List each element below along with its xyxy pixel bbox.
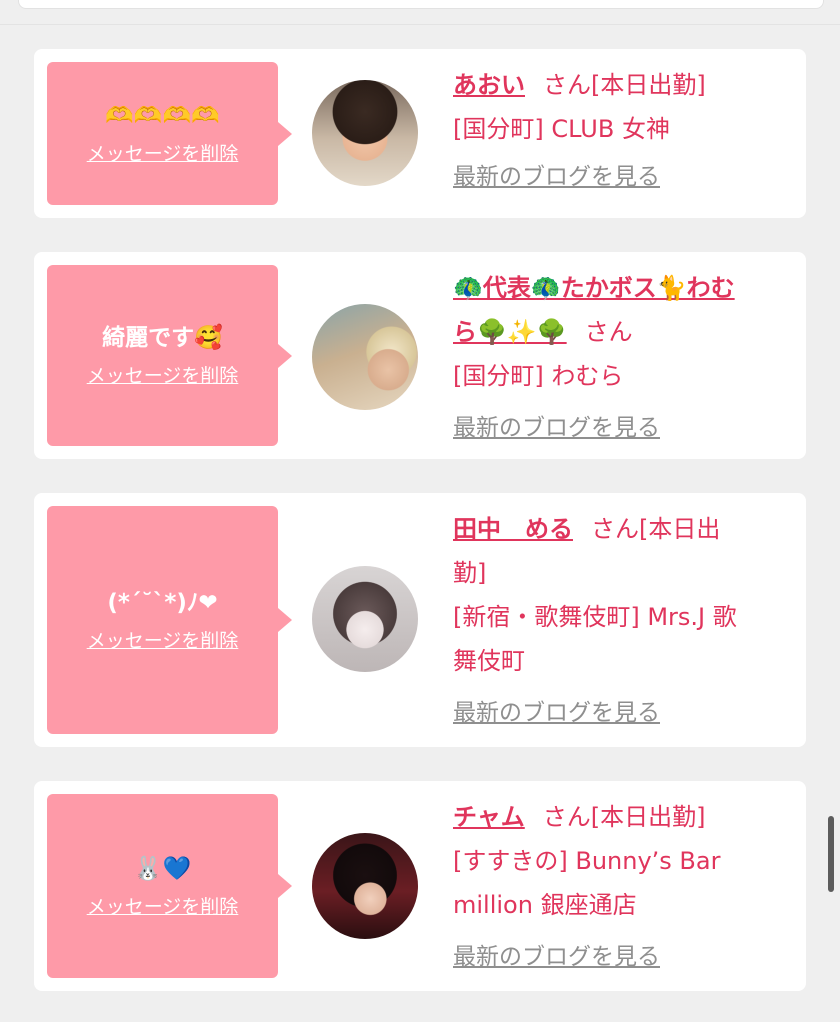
delete-message-link[interactable]: メッセージを削除 — [87, 892, 239, 919]
entry-info: あおい さん[本日出勤] [国分町] CLUB 女神 最新のブログを見る — [453, 63, 793, 199]
blog-link[interactable]: 最新のブログを見る — [453, 406, 660, 450]
entry-info: 🦚代表🦚たかボス🐈わむ ら🌳✨🌳 さん [国分町] わむら 最新のブログを見る — [453, 266, 793, 450]
user-name-link-cont[interactable]: ら🌳✨🌳 — [453, 318, 567, 346]
user-name-link[interactable]: 田中 める — [453, 515, 573, 543]
shop-name: [すすきの] Bunny’s Bar — [453, 847, 721, 875]
message-bubble: 綺麗です🥰 メッセージを削除 — [47, 265, 292, 446]
entry-info: チャム さん[本日出勤] [すすきの] Bunny’s Bar million 銀… — [453, 795, 793, 979]
shop-name: [国分町] わむら — [453, 362, 624, 390]
user-name-link[interactable]: チャム — [453, 803, 525, 831]
honorific: さん — [584, 318, 633, 346]
work-status-cont: 勤] — [453, 559, 487, 587]
work-status: [本日出勤] — [591, 71, 706, 99]
honorific: さん — [542, 803, 591, 831]
message-bubble: 🫶🫶🫶🫶 メッセージを削除 — [47, 62, 292, 205]
shop-name: [国分町] CLUB 女神 — [453, 115, 670, 143]
previous-card-edge — [18, 0, 824, 9]
message-card: 🫶🫶🫶🫶 メッセージを削除 あおい さん[本日出勤] [国分町] CLUB 女神 … — [34, 49, 806, 218]
work-status: [本日出勤] — [590, 803, 706, 831]
scrollbar[interactable] — [828, 816, 834, 892]
message-text: (*´˘`*)ﾉ❤︎ — [107, 589, 218, 616]
user-name-link[interactable]: 🦚代表🦚たかボス🐈わむ — [453, 274, 735, 302]
avatar[interactable] — [312, 833, 418, 939]
message-card: 🐰💙 メッセージを削除 チャム さん[本日出勤] [すすきの] Bunny’s B… — [34, 781, 806, 991]
shop-name: [新宿・歌舞伎町] Mrs.J 歌 — [453, 603, 737, 631]
shop-name-cont: million 銀座通店 — [453, 891, 637, 919]
user-name-link[interactable]: あおい — [453, 71, 525, 99]
blog-link[interactable]: 最新のブログを見る — [453, 935, 660, 979]
message-bubble: 🐰💙 メッセージを削除 — [47, 794, 292, 978]
message-text: 🐰💙 — [133, 855, 192, 882]
blog-link[interactable]: 最新のブログを見る — [453, 155, 660, 199]
delete-message-link[interactable]: メッセージを削除 — [87, 626, 239, 653]
blog-link[interactable]: 最新のブログを見る — [453, 691, 660, 735]
honorific: さん — [543, 71, 591, 99]
delete-message-link[interactable]: メッセージを削除 — [87, 361, 239, 388]
delete-message-link[interactable]: メッセージを削除 — [87, 139, 239, 166]
honorific: さん — [591, 515, 639, 543]
shop-name-cont: 舞伎町 — [453, 647, 525, 675]
message-bubble: (*´˘`*)ﾉ❤︎ メッセージを削除 — [47, 506, 292, 734]
message-card: 綺麗です🥰 メッセージを削除 🦚代表🦚たかボス🐈わむ ら🌳✨🌳 さん [国分町] … — [34, 252, 806, 459]
avatar[interactable] — [312, 80, 418, 186]
avatar[interactable] — [312, 304, 418, 410]
avatar[interactable] — [312, 566, 418, 672]
entry-info: 田中 める さん[本日出 勤] [新宿・歌舞伎町] Mrs.J 歌 舞伎町 最新の… — [453, 507, 793, 735]
divider — [0, 24, 840, 25]
message-text: 綺麗です🥰 — [102, 325, 223, 351]
message-text: 🫶🫶🫶🫶 — [105, 103, 220, 129]
message-card: (*´˘`*)ﾉ❤︎ メッセージを削除 田中 める さん[本日出 勤] [新宿・歌… — [34, 493, 806, 747]
work-status: [本日出 — [639, 515, 721, 543]
